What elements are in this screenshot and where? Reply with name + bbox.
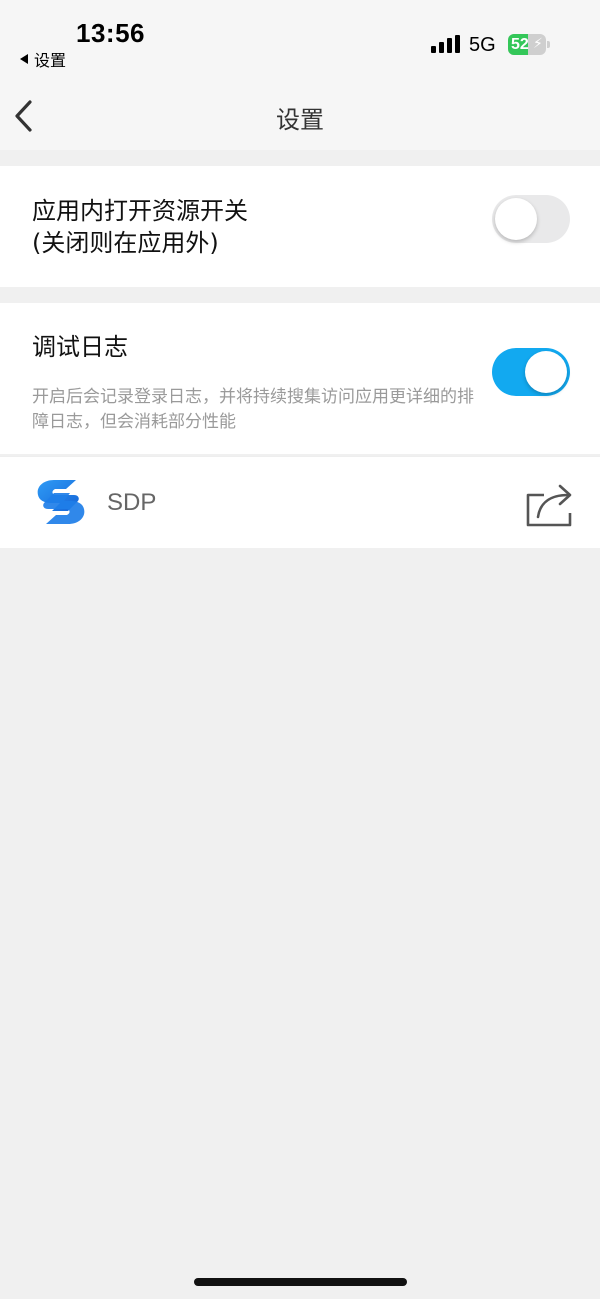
page-title: 设置	[276, 106, 324, 134]
navigation-bar: 设置	[0, 82, 600, 150]
cellular-signal-icon	[431, 35, 460, 53]
home-indicator[interactable]	[194, 1278, 407, 1286]
back-triangle-icon	[20, 54, 28, 64]
battery-icon: 52 ⚡	[508, 34, 550, 55]
battery-percent: 52	[511, 36, 529, 53]
setting-row-debug-log: 调试日志 开启后会记录登录日志，并将持续搜集访问应用更详细的排障日志，但会消耗部…	[0, 303, 600, 454]
in-app-open-toggle[interactable]	[492, 195, 570, 243]
status-bar: 13:56 设置 5G 52 ⚡	[0, 0, 600, 82]
in-app-open-label-line1: 应用内打开资源开关	[32, 197, 248, 225]
back-app-label: 设置	[34, 51, 67, 70]
sdp-logo-icon	[37, 480, 85, 524]
status-time: 13:56	[76, 18, 145, 48]
in-app-open-label: 应用内打开资源开关 (关闭则在应用外)	[32, 195, 248, 259]
toggle-knob	[525, 351, 567, 393]
share-icon[interactable]	[524, 483, 576, 527]
setting-row-in-app-open: 应用内打开资源开关 (关闭则在应用外)	[0, 166, 600, 287]
in-app-open-label-line2: (关闭则在应用外)	[32, 229, 219, 257]
app-entry-row[interactable]: SDP	[0, 456, 600, 548]
back-to-app-link[interactable]: 设置	[20, 47, 66, 71]
toggle-knob	[495, 198, 537, 240]
debug-log-toggle[interactable]	[492, 348, 570, 396]
network-type: 5G	[469, 34, 496, 56]
debug-log-description: 开启后会记录登录日志，并将持续搜集访问应用更详细的排障日志，但会消耗部分性能	[32, 387, 474, 432]
charging-bolt-icon: ⚡	[533, 36, 543, 52]
app-name: SDP	[107, 489, 157, 516]
debug-log-title: 调试日志	[32, 333, 128, 361]
